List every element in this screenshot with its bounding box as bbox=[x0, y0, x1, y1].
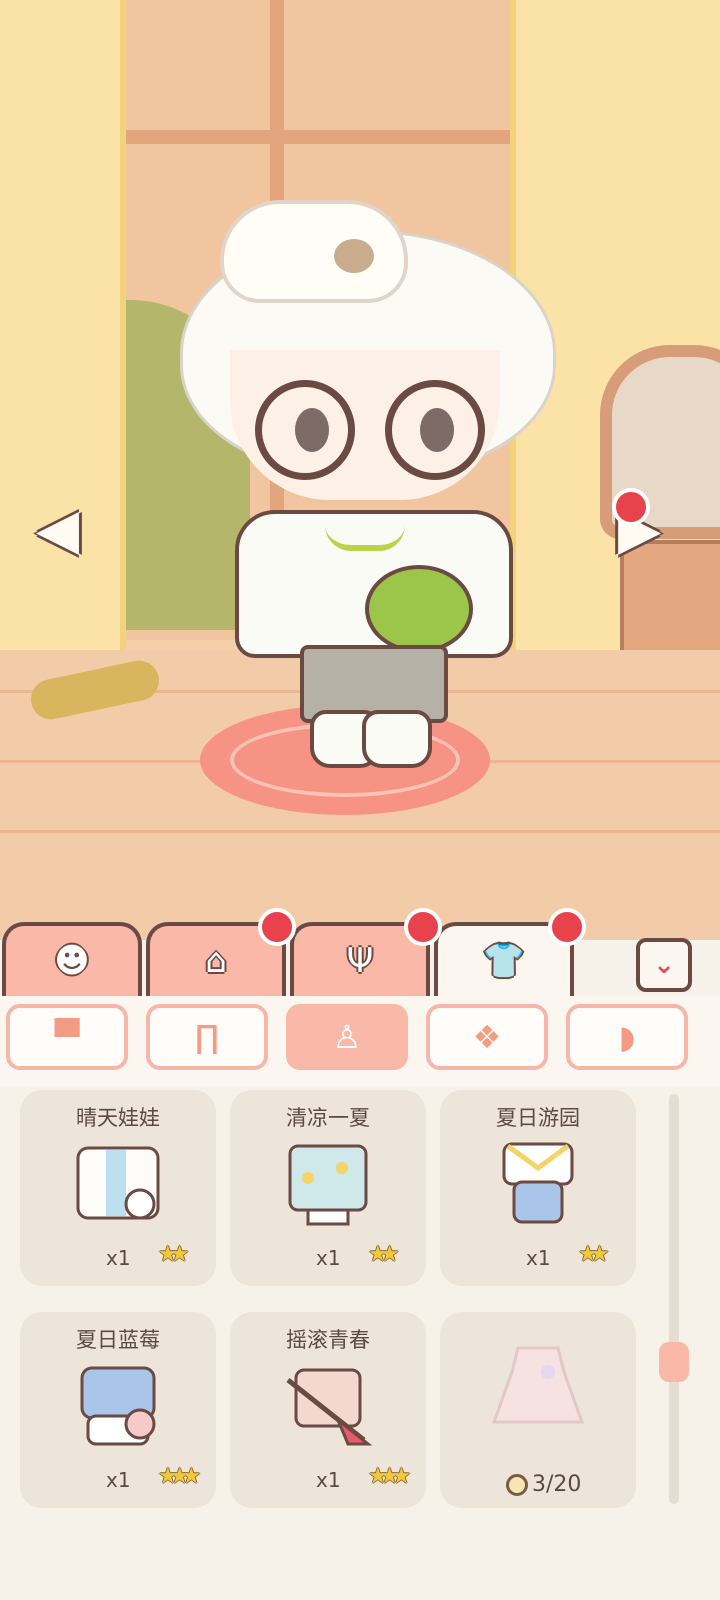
star-rating-icon: ★★ bbox=[158, 1242, 190, 1267]
tab-clothes-badge bbox=[548, 908, 586, 946]
collection-progress: 3/20 bbox=[506, 1472, 581, 1497]
outfit-name: 清凉一夏 bbox=[286, 1106, 370, 1130]
category-hair[interactable]: ◗ bbox=[566, 1004, 688, 1070]
outfit-count: x1 bbox=[526, 1246, 551, 1270]
chevron-left-icon[interactable]: ◀ bbox=[36, 500, 79, 560]
notification-dot bbox=[612, 488, 650, 526]
star-rating-icon: ★★★ bbox=[158, 1464, 201, 1489]
room-scene: ◀ ▶ bbox=[0, 0, 720, 940]
tab-food-badge bbox=[404, 908, 442, 946]
tab-house-badge bbox=[258, 908, 296, 946]
shoe-right bbox=[362, 710, 432, 768]
hamster-hat bbox=[220, 200, 408, 303]
character[interactable] bbox=[170, 190, 570, 770]
glasses bbox=[255, 380, 485, 480]
outfit-card[interactable]: 夏日游园 x1 ★★ bbox=[440, 1090, 636, 1286]
outfit-card-locked[interactable]: 3/20 bbox=[440, 1312, 636, 1508]
cabbage-bag bbox=[365, 565, 473, 653]
outfit-image bbox=[491, 1346, 585, 1424]
outfit-image bbox=[288, 1144, 368, 1226]
outfit-name: 夏日游园 bbox=[496, 1106, 580, 1130]
star-rating-icon: ★★★ bbox=[368, 1464, 411, 1489]
top-icon: ▀ bbox=[54, 1018, 80, 1056]
outfit-count: x1 bbox=[316, 1246, 341, 1270]
face-icon: ☻ bbox=[54, 941, 90, 981]
tab-face[interactable]: ☻ bbox=[2, 922, 142, 996]
main-tabs: ☻ ⌂ Ψ 👕 bbox=[0, 908, 720, 996]
outfit-image bbox=[286, 1368, 373, 1446]
outfit-name: 摇滚青春 bbox=[286, 1328, 370, 1352]
category-pants[interactable]: ∏ bbox=[146, 1004, 268, 1070]
star-rating-icon: ★★ bbox=[368, 1242, 400, 1267]
outfit-name: 夏日蓝莓 bbox=[76, 1328, 160, 1352]
outfit-card[interactable]: 夏日蓝莓 x1 ★★★ bbox=[20, 1312, 216, 1508]
outfit-grid: 晴天娃娃 x1 ★★ 清凉一夏 x1 ★★ 夏日游园 x1 ★★ 夏日蓝莓 x1… bbox=[0, 1086, 720, 1600]
house-icon: ⌂ bbox=[205, 941, 227, 981]
outfit-image bbox=[502, 1142, 574, 1224]
scrollbar-track[interactable] bbox=[669, 1094, 679, 1504]
category-dresses[interactable]: ♙ bbox=[286, 1004, 408, 1070]
outfit-image bbox=[80, 1366, 156, 1446]
outfit-name: 晴天娃娃 bbox=[76, 1106, 160, 1130]
scrollbar-thumb[interactable] bbox=[659, 1342, 689, 1382]
outfit-count: x1 bbox=[316, 1468, 341, 1492]
pants-icon: ∏ bbox=[194, 1018, 220, 1056]
food-icon: Ψ bbox=[346, 941, 374, 981]
socks-icon: ❖ bbox=[472, 1018, 502, 1056]
star-rating-icon: ★★ bbox=[578, 1242, 610, 1267]
category-socks[interactable]: ❖ bbox=[426, 1004, 548, 1070]
collapse-button[interactable]: ⌄ bbox=[636, 938, 692, 992]
hair-icon: ◗ bbox=[618, 1018, 636, 1056]
outfit-count: x1 bbox=[106, 1468, 131, 1492]
coin-icon bbox=[506, 1474, 528, 1496]
category-row: ▀ ∏ ♙ ❖ ◗ bbox=[0, 996, 720, 1086]
curtain-left bbox=[0, 0, 126, 670]
outfit-card[interactable]: 摇滚青春 x1 ★★★ bbox=[230, 1312, 426, 1508]
outfit-count: x1 bbox=[106, 1246, 131, 1270]
dress-icon: ♙ bbox=[332, 1018, 362, 1056]
outfit-image bbox=[76, 1146, 160, 1220]
outfit-card[interactable]: 晴天娃娃 x1 ★★ bbox=[20, 1090, 216, 1286]
shirt-icon: 👕 bbox=[482, 941, 526, 981]
outfit-card[interactable]: 清凉一夏 x1 ★★ bbox=[230, 1090, 426, 1286]
category-tops[interactable]: ▀ bbox=[6, 1004, 128, 1070]
chevron-down-icon: ⌄ bbox=[653, 950, 675, 980]
